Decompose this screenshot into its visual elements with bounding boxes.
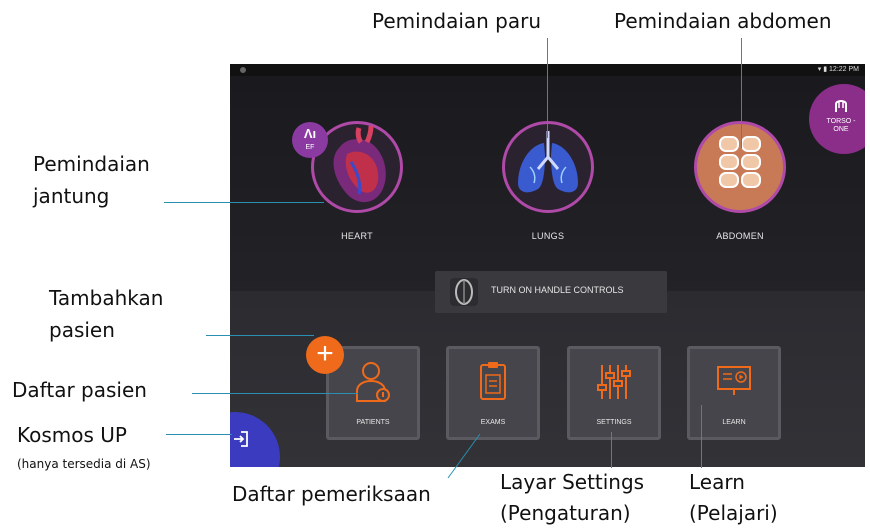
abdomen-icon	[719, 136, 761, 188]
abdomen-preset-circle	[694, 121, 786, 213]
callout-settings-2: (Pengaturan)	[500, 501, 631, 525]
camera-dot-icon	[240, 67, 246, 73]
preset-abdomen-label: ABDOMEN	[716, 231, 764, 241]
plus-icon: +	[316, 337, 334, 370]
tile-settings-label: SETTINGS	[596, 419, 632, 426]
preset-heart-label: HEART	[341, 231, 373, 241]
add-patient-button[interactable]: +	[306, 336, 344, 374]
tile-exams-label: EXAMS	[480, 419, 506, 426]
callout-learn-2: (Pelajari)	[689, 501, 778, 525]
preset-lungs[interactable]: LUNGS	[493, 121, 603, 241]
patient-icon	[356, 362, 390, 402]
sign-in-icon	[234, 431, 248, 447]
callout-kosmos-up-note: (hanya tersedia di AS)	[17, 457, 151, 471]
leader-line-abdomen	[741, 38, 742, 148]
torso-one-badge[interactable]: TORSO -ONE	[809, 84, 865, 154]
preset-heart[interactable]: Λı EF HEART	[292, 121, 412, 241]
sliders-icon	[597, 365, 631, 399]
probe-icon	[835, 100, 847, 112]
handle-controls-label: TURN ON HANDLE CONTROLS	[491, 285, 624, 295]
preset-lungs-label: LUNGS	[531, 231, 565, 241]
handle-controls-button[interactable]: TURN ON HANDLE CONTROLS	[435, 271, 667, 313]
leader-line-patients	[192, 393, 358, 394]
preset-abdomen[interactable]: ABDOMEN	[685, 121, 795, 241]
tile-patients-label: PATIENTS	[356, 419, 390, 426]
heart-icon	[333, 125, 386, 203]
tile-exams[interactable]: EXAMS	[446, 346, 540, 440]
callout-heart-scan-2: jantung	[33, 184, 110, 208]
tile-learn-label: LEARN	[722, 419, 746, 426]
callout-kosmos-up: Kosmos UP	[17, 423, 127, 447]
leader-line-add-patient	[206, 335, 314, 336]
leader-line-exams	[447, 433, 481, 479]
clipboard-icon	[480, 362, 506, 400]
handle-controls-icon	[450, 278, 478, 306]
leader-line-lungs	[547, 38, 548, 138]
callout-abdomen-scan: Pemindaian abdomen	[614, 9, 832, 33]
presentation-icon	[717, 366, 751, 395]
callout-add-patient-1: Tambahkan	[49, 286, 164, 310]
ai-ef-badge[interactable]: Λı EF	[292, 122, 328, 158]
torso-one-label: TORSO -ONE	[826, 118, 856, 133]
heart-preset-circle: Λı EF	[292, 121, 403, 213]
callout-patient-list: Daftar pasien	[12, 378, 147, 402]
callout-heart-scan-1: Pemindaian	[33, 152, 150, 176]
callout-settings-1: Layar Settings	[500, 470, 645, 494]
callout-lung-scan: Pemindaian paru	[372, 9, 542, 33]
leader-line-kosmos-up	[166, 434, 232, 435]
lungs-icon	[518, 131, 578, 193]
callout-learn-1: Learn	[689, 470, 745, 494]
callout-add-patient-2: pasien	[49, 318, 115, 342]
ai-icon: Λı	[303, 126, 317, 141]
leader-line-settings	[611, 432, 612, 468]
callout-exam-list: Daftar pemeriksaan	[232, 482, 431, 506]
tile-settings[interactable]: SETTINGS	[567, 346, 661, 440]
lungs-preset-circle	[502, 121, 594, 213]
leader-line-learn	[701, 405, 702, 468]
ef-badge-label: EF	[305, 144, 315, 151]
status-time: ▾ ▮ 12:22 PM	[817, 66, 859, 73]
leader-line-heart	[164, 202, 324, 203]
